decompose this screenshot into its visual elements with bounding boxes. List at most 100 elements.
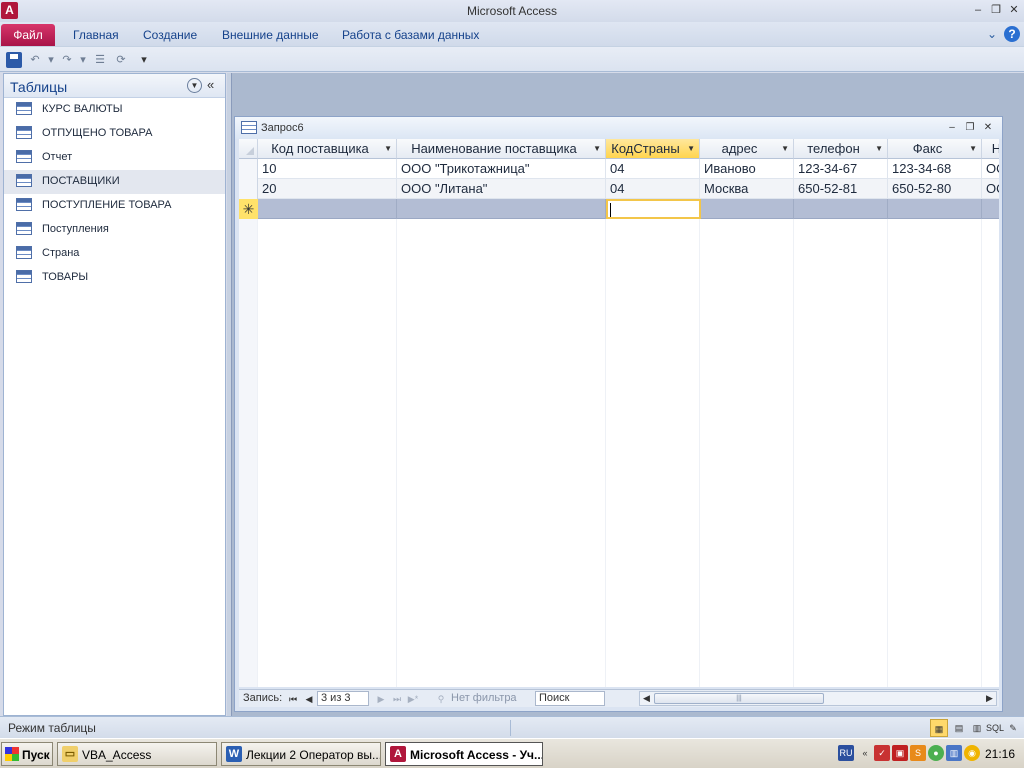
tab-create[interactable]: Создание: [143, 28, 197, 42]
new-record-cell[interactable]: [258, 199, 397, 219]
help-icon[interactable]: ?: [1004, 26, 1020, 42]
tray-expand-icon[interactable]: «: [857, 745, 873, 761]
record-selector-column[interactable]: [239, 139, 258, 687]
table-cell[interactable]: Иваново: [700, 159, 794, 179]
table-cell[interactable]: 04: [606, 179, 700, 199]
tab-external-data[interactable]: Внешние данные: [222, 28, 319, 42]
minimize-icon[interactable]: –: [970, 2, 986, 18]
customize-toolbar-icon[interactable]: ▾: [136, 52, 152, 68]
table-cell[interactable]: ОО: [982, 179, 999, 199]
tab-home[interactable]: Главная: [73, 28, 119, 42]
grid-line: [396, 219, 397, 687]
nav-item-otpushcheno-tovara[interactable]: ОТПУЩЕНО ТОВАРА: [4, 122, 225, 146]
table-cell[interactable]: ООО "Литана": [397, 179, 606, 199]
column-filter-icon[interactable]: ▼: [781, 144, 789, 153]
new-record-nav-icon[interactable]: ▶*: [407, 692, 419, 706]
nav-item-postavshchiki[interactable]: ПОСТАВЩИКИ: [4, 170, 225, 194]
nav-item-tovary[interactable]: ТОВАРЫ: [4, 266, 225, 290]
record-position-field[interactable]: 3 из 3: [317, 691, 369, 706]
select-all-corner[interactable]: [239, 139, 258, 159]
restore-icon[interactable]: ❐: [988, 2, 1004, 18]
prev-record-icon[interactable]: ◀: [303, 692, 315, 706]
start-button[interactable]: Пуск: [1, 742, 53, 766]
table-cell[interactable]: 650-52-81: [794, 179, 888, 199]
scroll-left-icon[interactable]: ◀: [640, 692, 653, 705]
nav-item-label: ОТПУЩЕНО ТОВАРА: [42, 127, 153, 139]
redo-icon[interactable]: ↷: [59, 52, 75, 68]
save-icon[interactable]: [6, 52, 22, 68]
next-record-icon[interactable]: ▶: [375, 692, 387, 706]
column-header-telefon[interactable]: телефон ▼: [794, 139, 888, 159]
column-filter-icon[interactable]: ▼: [687, 144, 695, 153]
horizontal-scrollbar[interactable]: ◀ ||| ▶: [639, 691, 997, 706]
redo-dropdown-icon[interactable]: ▾: [75, 52, 91, 68]
table-cell[interactable]: 10: [258, 159, 397, 179]
first-record-icon[interactable]: ⏮: [287, 692, 299, 706]
last-record-icon[interactable]: ⏭: [391, 692, 403, 706]
taskbar-item-vba-access[interactable]: ▭ VBA_Access: [57, 742, 217, 766]
table-cell[interactable]: ООО "Трикотажница": [397, 159, 606, 179]
nav-menu-icon[interactable]: ▼: [187, 78, 202, 93]
tab-database-tools[interactable]: Работа с базами данных: [342, 28, 479, 42]
taskbar-item-word[interactable]: W Лекции 2 Оператор вы...: [221, 742, 381, 766]
column-header-faks[interactable]: Факс ▼: [888, 139, 982, 159]
table-cell[interactable]: 20: [258, 179, 397, 199]
ribbon-minimize-icon[interactable]: ⌄: [984, 26, 1000, 42]
column-header-truncated[interactable]: Н: [982, 139, 999, 159]
nav-item-kurs-valyuty[interactable]: КУРС ВАЛЮТЫ: [4, 98, 225, 122]
table-cell[interactable]: 123-34-67: [794, 159, 888, 179]
scroll-right-icon[interactable]: ▶: [983, 692, 996, 705]
column-header-kod-strany[interactable]: КодСтраны ▼: [606, 139, 700, 159]
language-indicator[interactable]: RU: [838, 745, 854, 761]
table-icon: [16, 198, 32, 211]
nav-title[interactable]: Таблицы: [10, 79, 67, 95]
column-header-naimenovanie[interactable]: Наименование поставщика ▼: [397, 139, 606, 159]
column-filter-icon[interactable]: ▼: [969, 144, 977, 153]
new-record-cell[interactable]: [700, 199, 794, 219]
table-cell[interactable]: ОО: [982, 159, 999, 179]
query-close-icon[interactable]: ✕: [981, 121, 995, 135]
column-header-kod-postavshchika[interactable]: Код поставщика ▼: [258, 139, 397, 159]
new-record-cell[interactable]: [397, 199, 606, 219]
table-cell[interactable]: 123-34-68: [888, 159, 982, 179]
undo-icon[interactable]: ↶: [27, 52, 43, 68]
messenger-icon[interactable]: ●: [928, 745, 944, 761]
nav-item-postupleniya[interactable]: Поступления: [4, 218, 225, 242]
column-filter-icon[interactable]: ▼: [875, 144, 883, 153]
column-filter-icon[interactable]: ▼: [384, 144, 392, 153]
antivirus-icon[interactable]: ✓: [874, 745, 890, 761]
query-minimize-icon[interactable]: –: [945, 121, 959, 135]
sql-view-button[interactable]: SQL: [986, 719, 1004, 737]
design-view-icon[interactable]: ✎: [1004, 719, 1022, 737]
refresh-icon[interactable]: ⟳: [113, 52, 129, 68]
sort-icon[interactable]: ☰: [92, 52, 108, 68]
table-cell[interactable]: Москва: [700, 179, 794, 199]
column-filter-icon[interactable]: ▼: [593, 144, 601, 153]
skype-icon[interactable]: S: [910, 745, 926, 761]
nav-collapse-icon[interactable]: «: [207, 77, 214, 92]
nav-item-strana[interactable]: Страна: [4, 242, 225, 266]
volume-icon[interactable]: ◉: [964, 745, 980, 761]
new-record-cell[interactable]: [888, 199, 982, 219]
filter-status[interactable]: Нет фильтра: [451, 692, 517, 704]
nav-item-postuplenie-tovara[interactable]: ПОСТУПЛЕНИЕ ТОВАРА: [4, 194, 225, 218]
table-cell[interactable]: 04: [606, 159, 700, 179]
active-edit-cell[interactable]: [606, 199, 701, 219]
query-restore-icon[interactable]: ❐: [963, 121, 977, 135]
nav-item-label: ТОВАРЫ: [42, 271, 89, 283]
pivot-table-icon[interactable]: ▤: [950, 719, 968, 737]
search-field[interactable]: Поиск: [535, 691, 605, 706]
undo-dropdown-icon[interactable]: ▾: [43, 52, 59, 68]
taskbar-item-access[interactable]: A Microsoft Access - Уч...: [385, 742, 543, 766]
table-cell[interactable]: 650-52-80: [888, 179, 982, 199]
pivot-chart-icon[interactable]: ▥: [968, 719, 986, 737]
nav-item-otchet[interactable]: Отчет: [4, 146, 225, 170]
datasheet-view-icon[interactable]: ▦: [930, 719, 948, 737]
column-header-adres[interactable]: адрес ▼: [700, 139, 794, 159]
tab-file[interactable]: Файл: [1, 24, 55, 46]
network-icon[interactable]: ▥: [946, 745, 962, 761]
new-record-cell[interactable]: [794, 199, 888, 219]
tray-app-icon[interactable]: ▣: [892, 745, 908, 761]
scroll-thumb[interactable]: |||: [654, 693, 824, 704]
close-icon[interactable]: ✕: [1006, 2, 1022, 18]
